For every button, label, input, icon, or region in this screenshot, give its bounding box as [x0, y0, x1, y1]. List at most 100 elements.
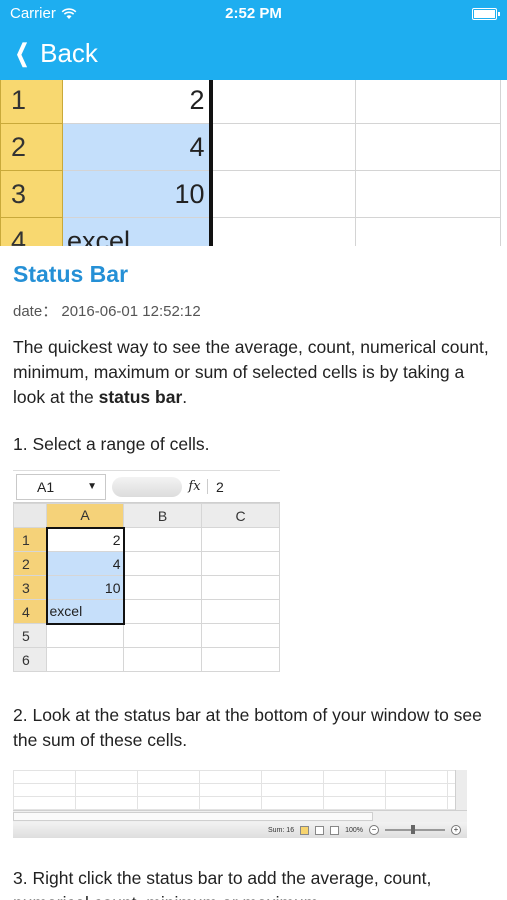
cell-c	[201, 599, 280, 624]
cell-a: excel	[45, 599, 125, 625]
cell-a: 10	[45, 575, 125, 600]
intro-text: The quickest way to see the average, cou…	[13, 337, 489, 407]
name-box-value: A1	[37, 478, 55, 495]
cell-b	[210, 80, 356, 124]
hero-sheet-table: 1 2 2 4 3 10 4 excel	[0, 80, 501, 246]
step-2: 2. Look at the status bar at the bottom …	[13, 705, 482, 750]
row-header: 1	[0, 80, 63, 124]
battery-fill	[474, 10, 495, 18]
back-button[interactable]: ❮ Back	[12, 38, 98, 69]
table-row: 6	[13, 647, 280, 672]
cell-a	[46, 623, 124, 648]
select-all-corner	[13, 503, 47, 528]
horizontal-scrollbar	[13, 810, 467, 822]
cell-c	[355, 217, 501, 246]
date-value: 2016-06-01 12:52:12	[61, 303, 201, 320]
cell-b	[123, 575, 202, 600]
status-bar-screenshot: Sum: 16 100% − +	[13, 770, 467, 840]
cell-b	[123, 527, 202, 552]
cell-c	[201, 647, 280, 672]
excel-grid: A B C 1 2 2 4 3 10 4 excel 5 6	[13, 503, 280, 672]
zoom-out-icon: −	[369, 825, 379, 835]
excel-screenshot: A1 ▼ fx 2 A B C 1 2 2 4 3 10 4 excel 5 6	[13, 470, 280, 678]
column-header-row: A B C	[13, 503, 280, 528]
vertical-scrollbar	[455, 770, 467, 810]
cell-a: excel	[62, 217, 213, 246]
article-date: date： 2016-06-01 12:52:12	[13, 300, 494, 321]
step-3: 3. Right click the status bar to add the…	[13, 868, 432, 900]
formula-value: 2	[216, 478, 224, 495]
cell-a: 2	[62, 80, 213, 124]
cell-c	[201, 623, 280, 648]
cell-a: 10	[62, 170, 213, 218]
zoom-level: 100%	[345, 826, 363, 834]
article-title: Status Bar	[13, 261, 129, 287]
hero-row: 4 excel	[0, 217, 501, 246]
row-header: 4	[0, 217, 63, 246]
intro-paragraph: The quickest way to see the average, cou…	[13, 335, 494, 410]
column-header-a: A	[46, 503, 124, 528]
fx-icon: fx	[182, 479, 208, 494]
column-header-b: B	[123, 503, 202, 528]
page-break-icon	[330, 825, 340, 835]
excel-status-bar: Sum: 16 100% − +	[13, 822, 467, 838]
normal-view-icon	[300, 825, 310, 835]
table-row: 5	[13, 623, 280, 648]
table-row: 1 2	[13, 526, 280, 552]
sum-readout: Sum: 16	[268, 826, 295, 834]
sheet-grid	[13, 770, 455, 810]
name-box: A1 ▼	[16, 473, 106, 500]
date-label: date：	[13, 303, 58, 320]
dropdown-arrow-icon: ▼	[87, 481, 97, 492]
cell-c	[201, 527, 280, 552]
cell-c	[355, 80, 501, 124]
hero-row: 3 10	[0, 170, 501, 218]
hero-row: 2 4	[0, 123, 501, 171]
back-chevron-icon: ❮	[15, 40, 30, 67]
cell-b	[123, 599, 202, 624]
cell-b	[123, 551, 202, 576]
row-header: 2	[0, 123, 63, 171]
cell-b	[210, 170, 356, 218]
row-header: 3	[0, 170, 63, 218]
column-header-c: C	[201, 503, 280, 528]
row-header: 4	[13, 599, 47, 624]
back-label: Back	[40, 38, 98, 68]
battery-icon	[472, 8, 500, 20]
cell-a	[46, 647, 124, 672]
cell-a: 4	[62, 123, 213, 171]
cell-b	[210, 217, 356, 246]
cell-c	[355, 123, 501, 171]
article-body: Status Bar date： 2016-06-01 12:52:12 The…	[0, 246, 507, 457]
cell-b	[123, 623, 202, 648]
page-layout-icon	[315, 825, 325, 835]
intro-end: .	[182, 387, 188, 407]
zoom-slider	[385, 825, 445, 834]
cell-c	[355, 170, 501, 218]
row-header: 2	[13, 551, 47, 576]
row-header: 5	[13, 623, 47, 648]
formula-bar: A1 ▼ fx 2	[13, 471, 280, 503]
ios-status-bar: Carrier 2:52 PM	[0, 0, 507, 28]
table-row: 2 4	[13, 551, 280, 576]
step-1: 1. Select a range of cells.	[13, 434, 210, 454]
row-header: 6	[13, 647, 47, 672]
formula-bar-handle	[112, 476, 182, 497]
cell-c	[201, 551, 280, 576]
cell-c	[201, 575, 280, 600]
cell-a: 4	[45, 551, 125, 576]
zoom-in-icon: +	[451, 825, 461, 835]
cell-b	[123, 647, 202, 672]
navigation-header: Carrier 2:52 PM ❮ Back	[0, 0, 507, 80]
row-header: 1	[13, 527, 47, 552]
hero-image: 1 2 2 4 3 10 4 excel	[0, 80, 507, 246]
table-row: 4 excel	[13, 599, 280, 625]
clock: 2:52 PM	[225, 5, 282, 22]
row-header: 3	[13, 575, 47, 600]
cell-b	[210, 123, 356, 171]
intro-bold-text: status bar	[98, 387, 183, 407]
hero-row: 1 2	[0, 80, 501, 124]
table-row: 3 10	[13, 575, 280, 600]
horizontal-scroll-thumb	[13, 812, 373, 821]
cell-a: 2	[45, 526, 125, 552]
